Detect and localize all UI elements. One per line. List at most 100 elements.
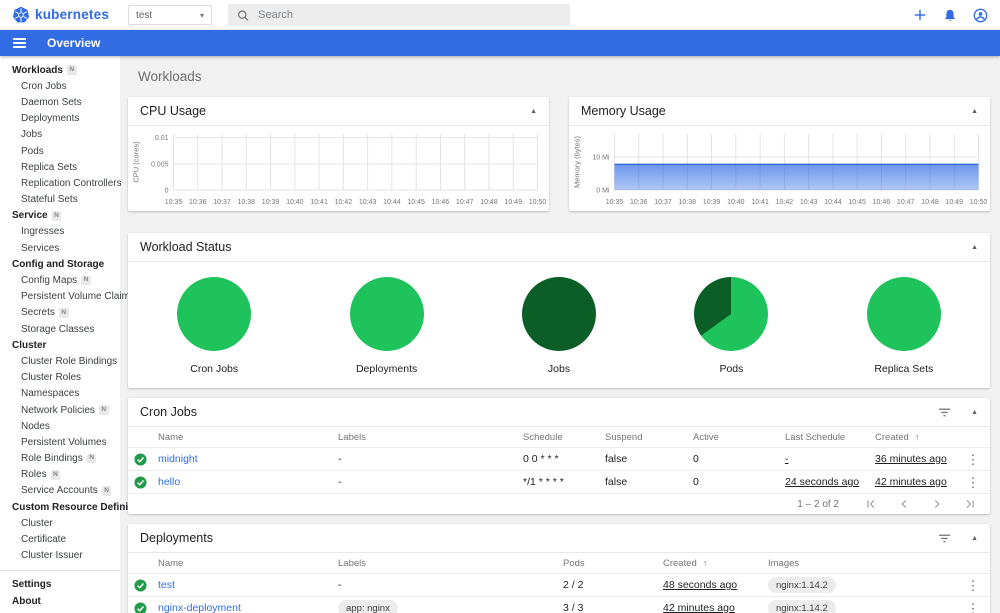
column-header-name[interactable]: Name (158, 558, 338, 569)
sidebar-item-role-bindings[interactable]: Role Bindings N (0, 451, 120, 467)
pie-jobs (522, 277, 597, 351)
sidebar-item-config-maps[interactable]: Config Maps N (0, 272, 120, 288)
sidebar-item-nodes[interactable]: Nodes (0, 418, 120, 434)
sidebar-item-workloads[interactable]: Workloads N (0, 62, 120, 78)
resource-name-link[interactable]: test (158, 579, 175, 591)
svg-text:10:40: 10:40 (286, 199, 304, 206)
sidebar-item-ingresses[interactable]: Ingresses (0, 224, 120, 240)
collapse-card-icon[interactable]: ▲ (971, 244, 978, 251)
sidebar-item-cluster[interactable]: Cluster (0, 337, 120, 353)
column-header-schedule[interactable]: Schedule (523, 432, 605, 443)
sidebar-item-roles[interactable]: Roles N (0, 467, 120, 483)
sidebar-item-label: Ingresses (21, 226, 65, 238)
label-chip: app: nginx (338, 600, 398, 613)
namespace-selector[interactable]: test ▾ (128, 5, 212, 25)
row-status-cell (128, 578, 158, 592)
create-resource-plus-icon[interactable] (913, 8, 927, 22)
collapse-card-icon[interactable]: ▲ (971, 409, 978, 416)
resource-name-link[interactable]: nginx-deployment (158, 602, 241, 613)
filter-icon[interactable] (938, 532, 951, 544)
account-circle-icon[interactable] (973, 8, 988, 23)
sidebar-item-secrets[interactable]: Secrets N (0, 305, 120, 321)
column-header-labels[interactable]: Labels (338, 558, 563, 569)
cell-name: hello (158, 476, 338, 488)
sidebar-item-deployments[interactable]: Deployments (0, 111, 120, 127)
table-row: nginx-deployment app: nginx 3 / 3 42 minute… (128, 597, 990, 613)
svg-text:10:36: 10:36 (189, 199, 207, 206)
row-actions-kebab-icon[interactable]: ⋮ (962, 579, 990, 592)
sidebar-item-daemon-sets[interactable]: Daemon Sets (0, 94, 120, 110)
first-page-icon[interactable] (865, 498, 877, 510)
resource-name-link[interactable]: midnight (158, 453, 198, 465)
sidebar-item-label: Replica Sets (21, 161, 78, 173)
sidebar-item-replica-sets[interactable]: Replica Sets (0, 159, 120, 175)
sidebar-item-cluster-role-bindings[interactable]: Cluster Role Bindings (0, 353, 120, 369)
sidebar-item-persistent-volumes[interactable]: Persistent Volumes (0, 434, 120, 450)
cell-images: nginx:1.14.2 (768, 600, 962, 613)
sidebar-item-cluster[interactable]: Cluster (0, 515, 120, 531)
column-header-suspend[interactable]: Suspend (605, 432, 693, 443)
last-page-icon[interactable] (964, 498, 976, 510)
sidebar-item-settings[interactable]: Settings (0, 577, 120, 593)
sidebar-item-certificate[interactable]: Certificate (0, 531, 120, 547)
cell-labels: - (338, 453, 342, 465)
cron-jobs-pagination: 1 – 2 of 2 (128, 494, 990, 514)
next-page-icon[interactable] (931, 498, 943, 510)
sidebar-item-services[interactable]: Services (0, 240, 120, 256)
search-bar[interactable] (228, 4, 570, 26)
sidebar-item-pods[interactable]: Pods (0, 143, 120, 159)
sidebar-item-label: Deployments (21, 113, 80, 125)
column-header-images[interactable]: Images (768, 558, 962, 569)
collapse-card-icon[interactable]: ▲ (530, 108, 537, 115)
row-actions-kebab-icon[interactable]: ⋮ (962, 602, 990, 613)
sidebar-item-storage-classes[interactable]: Storage Classes (0, 321, 120, 337)
sidebar-item-label: Stateful Sets (21, 194, 78, 206)
column-header-pods[interactable]: Pods (563, 558, 663, 569)
column-header-created[interactable]: Created ↑ (663, 558, 768, 569)
namespaced-badge: N (50, 470, 61, 480)
row-actions-kebab-icon[interactable]: ⋮ (962, 453, 990, 466)
menu-hamburger-icon[interactable] (13, 37, 26, 49)
sidebar-item-config-and-storage[interactable]: Config and Storage (0, 256, 120, 272)
sort-ascending-icon: ↑ (914, 431, 920, 442)
sidebar-item-service-accounts[interactable]: Service Accounts N (0, 483, 120, 499)
notifications-bell-icon[interactable] (943, 8, 957, 23)
cell-created: 36 minutes ago (875, 453, 962, 465)
sidebar-item-jobs[interactable]: Jobs (0, 127, 120, 143)
row-actions-kebab-icon[interactable]: ⋮ (962, 476, 990, 489)
svg-text:10:36: 10:36 (630, 199, 648, 206)
sidebar-item-about[interactable]: About (0, 593, 120, 609)
sidebar-item-service[interactable]: Service N (0, 208, 120, 224)
kubernetes-logo[interactable]: kubernetes (12, 6, 109, 24)
collapse-card-icon[interactable]: ▲ (971, 535, 978, 542)
collapse-card-icon[interactable]: ▲ (971, 108, 978, 115)
sidebar-item-stateful-sets[interactable]: Stateful Sets (0, 192, 120, 208)
search-input[interactable] (258, 9, 561, 21)
svg-text:10:42: 10:42 (776, 199, 794, 206)
column-header-name[interactable]: Name (158, 432, 338, 443)
column-header-labels[interactable]: Labels (338, 432, 523, 443)
column-header-last-schedule[interactable]: Last Schedule (785, 432, 875, 443)
filter-icon[interactable] (938, 406, 951, 418)
sidebar-item-persistent-volume-claims[interactable]: Persistent Volume ClaimsN (0, 289, 149, 305)
workload-status-card: Workload Status ▲ Cron Jobs Deployments Jo… (128, 233, 990, 388)
previous-page-icon[interactable] (898, 498, 910, 510)
sidebar-item-cron-jobs[interactable]: Cron Jobs (0, 78, 120, 94)
pie-cell-deployments: Deployments (300, 277, 472, 375)
sidebar-item-cluster-issuer[interactable]: Cluster Issuer (0, 548, 120, 564)
namespaced-badge: N (58, 308, 69, 318)
sidebar-item-replication-controllers[interactable]: Replication Controllers (0, 175, 122, 191)
resource-name-link[interactable]: hello (158, 476, 180, 488)
deployments-title: Deployments (140, 531, 213, 545)
main-content: Workloads CPU Usage ▲ 10:35 10:36 10:37 10:… (120, 56, 1000, 613)
column-header-created[interactable]: Created ↑ (875, 432, 962, 443)
sidebar-item-cluster-roles[interactable]: Cluster Roles (0, 370, 120, 386)
sidebar-item-namespaces[interactable]: Namespaces (0, 386, 120, 402)
sidebar-item-network-policies[interactable]: Network Policies N (0, 402, 120, 418)
svg-text:10:49: 10:49 (945, 199, 963, 206)
svg-text:10:35: 10:35 (165, 199, 183, 206)
relative-time-value: 42 minutes ago (663, 602, 735, 613)
svg-text:10:39: 10:39 (262, 199, 280, 206)
sidebar-item-custom-resource-definitions[interactable]: Custom Resource Definitions (0, 499, 152, 515)
column-header-active[interactable]: Active (693, 432, 785, 443)
